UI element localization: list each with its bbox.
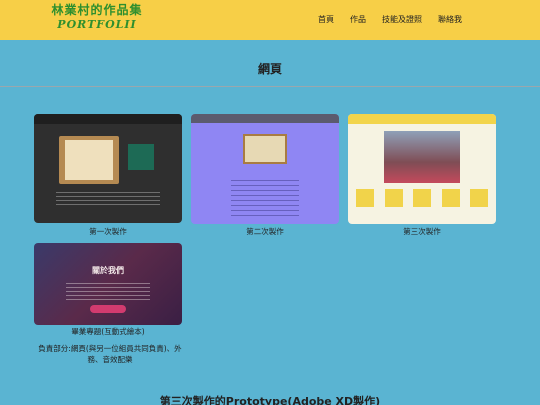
logo-subtitle: PORTFOLII <box>57 18 137 31</box>
site-header: 林業村的作品集 PORTFOLII 首頁 作品 技能及證照 聯絡我 <box>0 0 540 40</box>
section-title: 網頁 <box>257 62 282 76</box>
thumb-text <box>56 192 160 206</box>
group-photo <box>384 131 460 183</box>
thumb-heading: 關於我們 <box>92 266 124 275</box>
work-caption-4: 畢業專題(互動式繪本) <box>71 327 145 336</box>
thumb-tiles <box>356 189 488 209</box>
work-caption-2: 第二次製作 <box>246 227 284 236</box>
work-caption-1: 第一次製作 <box>89 227 127 236</box>
thumb-button <box>90 305 126 313</box>
thumb-topbar <box>34 114 182 124</box>
section-divider <box>0 86 540 87</box>
work-thumbnail-2[interactable] <box>191 114 339 224</box>
thumb-text <box>231 180 299 220</box>
nav-skills[interactable]: 技能及證照 <box>382 14 422 25</box>
prototype-title: 第三次製作的Prototype(Adobe XD製作) <box>159 395 381 405</box>
main-nav: 首頁 作品 技能及證照 聯絡我 <box>318 14 462 25</box>
logo-title: 林業村的作品集 <box>51 3 143 17</box>
work-note: 負責部分:網頁(與另一位組員共同負責)、外務、音效配樂 <box>38 344 182 364</box>
work-thumbnail-3[interactable] <box>348 114 496 224</box>
scroll-image <box>59 136 119 184</box>
nav-works[interactable]: 作品 <box>350 14 366 25</box>
thumb-topbar <box>191 114 339 123</box>
thumb-topbar <box>348 114 496 124</box>
work-thumbnail-1[interactable] <box>34 114 182 223</box>
work-caption-3: 第三次製作 <box>403 227 441 236</box>
thumb-text <box>66 283 150 301</box>
nav-home[interactable]: 首頁 <box>318 14 334 25</box>
nav-contact[interactable]: 聯絡我 <box>438 14 462 25</box>
certificate-image <box>243 134 287 164</box>
site-logo[interactable]: 林業村的作品集 PORTFOLII <box>44 2 150 36</box>
thumb-panel <box>128 144 154 170</box>
work-thumbnail-4[interactable]: 關於我們 <box>34 243 182 325</box>
